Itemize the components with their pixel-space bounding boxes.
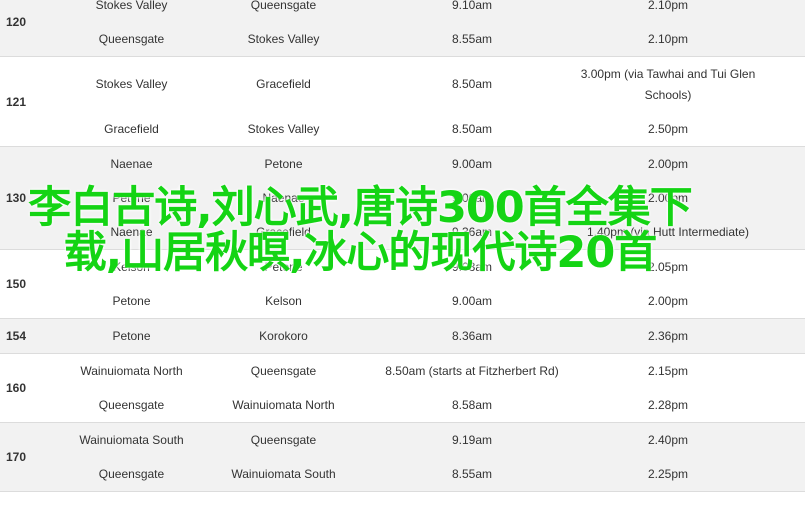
departure-time-cell: 9.10am <box>451 0 493 12</box>
from-stop-cell: Queensgate <box>98 397 165 412</box>
departure-time-cell: 8.55am <box>451 466 493 481</box>
table-row: Queensgate Stokes Valley 8.55am 2.10pm <box>0 22 805 56</box>
to-stop-cell: Kelson <box>265 293 302 308</box>
from-stop-cell: Petone <box>112 293 151 308</box>
return-time-cell: 2.36pm <box>647 328 689 343</box>
to-stop-cell: Stokes Valley <box>247 121 320 136</box>
departure-time-cell: 8.58am <box>451 397 493 412</box>
departure-time-cell: 8.55am <box>451 31 493 46</box>
to-stop-cell: Queensgate <box>250 432 317 447</box>
to-stop-cell: Queensgate <box>250 363 317 378</box>
watermark-overlay-text: 李白古诗,刘心武,唐诗300首全集下载,山居秋暝,冰心的现代诗20首 <box>28 183 692 278</box>
table-row: Petone Korokoro 8.36am 2.36pm <box>0 319 805 353</box>
route-group: 160 Wainuiomata North Queensgate 8.50am (st… <box>0 354 805 423</box>
to-stop-cell: Wainuiomata South <box>231 466 336 481</box>
departure-time-cell: 8.50am <box>451 121 493 136</box>
departure-time-cell: 9.00am <box>451 293 493 308</box>
from-stop-cell: Stokes Valley <box>95 0 168 12</box>
route-number: 160 <box>6 381 27 395</box>
from-stop-cell: Queensgate <box>98 31 165 46</box>
departure-time-cell: 8.50am (starts at Fitzherbert Rd) <box>385 363 559 378</box>
route-group: 121 Stokes Valley Gracefield 8.50am 3.00pm (… <box>0 57 805 147</box>
table-row: Queensgate Wainuiomata South 8.55am 2.25pm <box>0 457 805 491</box>
from-stop-cell: Wainuiomata North <box>80 363 183 378</box>
route-number: 170 <box>6 450 27 464</box>
return-time-cell: 2.00pm <box>647 156 689 171</box>
return-time-cell: 2.28pm <box>647 397 689 412</box>
from-stop-cell: Queensgate <box>98 466 165 481</box>
table-row: Petone Kelson 9.00am 2.00pm <box>0 284 805 318</box>
from-stop-cell: Naenae <box>110 156 153 171</box>
route-number: 150 <box>6 277 27 291</box>
return-time-cell: 2.50pm <box>647 121 689 136</box>
to-stop-cell: Gracefield <box>256 77 311 91</box>
to-stop-cell: Queensgate <box>250 0 317 12</box>
route-group: 154 Petone Korokoro 8.36am 2.36pm <box>0 319 805 354</box>
return-time-cell: 3.00pm (via Tawhai and Tui Glen Schools) <box>580 66 756 102</box>
departure-time-cell: 8.36am <box>451 328 493 343</box>
to-stop-cell: Stokes Valley <box>247 31 320 46</box>
departure-time-cell: 9.19am <box>451 432 493 447</box>
to-stop-cell: Petone <box>264 156 303 171</box>
route-number: 120 <box>6 15 27 29</box>
from-stop-cell: Wainuiomata South <box>79 432 184 447</box>
table-row: Stokes Valley Gracefield 8.50am 3.00pm (via… <box>0 57 805 112</box>
to-stop-cell: Wainuiomata North <box>232 397 335 412</box>
route-group: 120 Stokes Valley Queensgate 9.10am 2.10pm Qu… <box>0 0 805 57</box>
return-time-cell: 2.25pm <box>647 466 689 481</box>
to-stop-cell: Korokoro <box>259 328 308 343</box>
table-row: Stokes Valley Queensgate 9.10am 2.10pm <box>0 0 805 22</box>
from-stop-cell: Petone <box>112 328 151 343</box>
table-row: Wainuiomata South Queensgate 9.19am 2.40pm <box>0 423 805 457</box>
table-row: Queensgate Wainuiomata North 8.58am 2.28pm <box>0 388 805 422</box>
route-group: 170 Wainuiomata South Queensgate 9.19am 2.40… <box>0 423 805 492</box>
return-time-cell: 2.10pm <box>647 0 689 12</box>
table-row: Naenae Petone 9.00am 2.00pm <box>0 147 805 181</box>
return-time-cell: 2.00pm <box>647 293 689 308</box>
from-stop-cell: Gracefield <box>104 121 159 136</box>
departure-time-cell: 9.00am <box>451 156 493 171</box>
return-time-cell: 2.40pm <box>647 432 689 447</box>
return-time-cell: 2.15pm <box>647 363 689 378</box>
return-time-cell: 2.10pm <box>647 31 689 46</box>
route-number: 121 <box>6 94 27 109</box>
from-stop-cell: Stokes Valley <box>95 77 168 91</box>
departure-time-cell: 8.50am <box>451 77 493 91</box>
table-row: Gracefield Stokes Valley 8.50am 2.50pm <box>0 112 805 146</box>
table-row: Wainuiomata North Queensgate 8.50am (start… <box>0 354 805 388</box>
route-number: 154 <box>6 329 27 343</box>
